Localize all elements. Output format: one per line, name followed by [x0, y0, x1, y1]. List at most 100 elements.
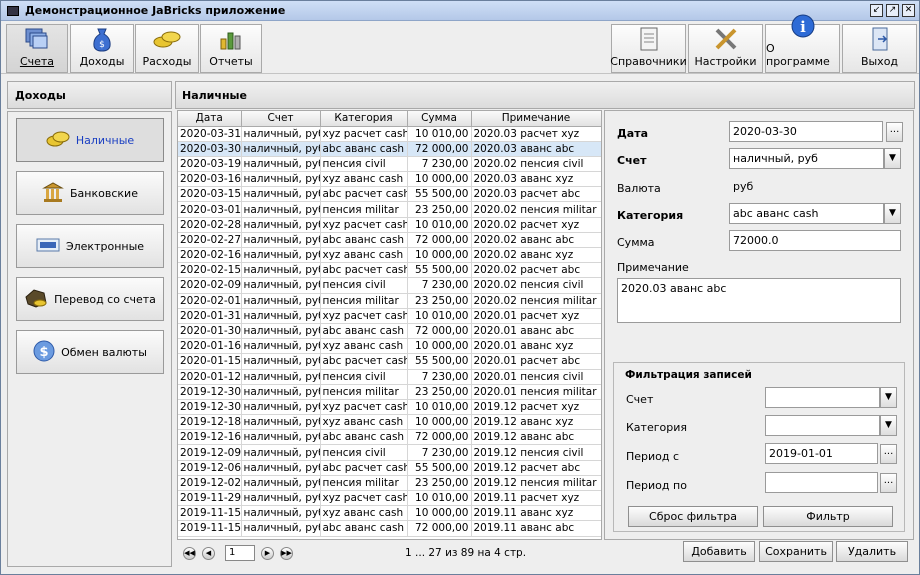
nav-exchange-button[interactable]: $ Обмен валюты: [16, 330, 164, 374]
table-row[interactable]: 2020-03-19 наличный, руб пенсия civil 7 230…: [178, 156, 601, 173]
period-from-picker-button[interactable]: ...: [880, 444, 897, 464]
table-cell: 2020-01-31: [178, 308, 242, 324]
amount-field[interactable]: 72000.0: [729, 230, 901, 251]
record-form: Дата 2020-03-30 ... Счет наличный, руб ▼…: [604, 110, 914, 540]
column-header[interactable]: Категория: [320, 111, 408, 127]
table-row[interactable]: 2020-03-30 наличный, руб abc аванс cash 72 …: [178, 141, 601, 157]
last-page-icon[interactable]: ▶▶: [280, 546, 293, 560]
nav-electronic-button[interactable]: Электронные: [16, 224, 164, 268]
chevron-down-icon[interactable]: ▼: [880, 415, 897, 436]
table-cell: 2019.12 аванс abc: [471, 429, 601, 446]
table-cell: 2019-12-09: [178, 444, 242, 461]
table-row[interactable]: 2020-03-31 наличный, руб xyz расчет cash 10…: [178, 126, 601, 142]
date-picker-button[interactable]: ...: [886, 122, 903, 142]
table-row[interactable]: 2019-12-18 наличный, руб xyz аванс cash 10 …: [178, 414, 601, 431]
table-cell: 2019.12 пенсия civil: [471, 444, 601, 461]
table-cell: 2020.02 пенсия civil: [471, 277, 601, 294]
toolbar-income-button[interactable]: $ Доходы: [70, 24, 134, 73]
period-to-field[interactable]: [765, 472, 878, 493]
nav-bank-button[interactable]: Банковские: [16, 171, 164, 215]
date-field[interactable]: 2020-03-30: [729, 121, 883, 142]
table-cell: 2020.01 пенсия civil: [471, 369, 601, 385]
table-row[interactable]: 2019-11-15 наличный, руб abc аванс cash 72 …: [178, 520, 601, 537]
note-textarea[interactable]: 2020.03 аванс abc: [617, 278, 901, 323]
add-button[interactable]: Добавить: [683, 541, 755, 562]
table-row[interactable]: 2020-01-31 наличный, руб xyz расчет cash 10…: [178, 308, 601, 324]
apply-filter-button[interactable]: Фильтр: [763, 506, 893, 527]
table-row[interactable]: 2019-12-30 наличный, руб пенсия militar 23 …: [178, 384, 601, 400]
table-cell: 10 010,00: [407, 217, 472, 233]
table-row[interactable]: 2020-02-01 наличный, руб пенсия militar 23 …: [178, 293, 601, 309]
page-number-input[interactable]: 1: [225, 545, 255, 561]
table-row[interactable]: 2019-11-29 наличный, руб xyz расчет cash 10…: [178, 490, 601, 507]
column-header[interactable]: Сумма: [407, 111, 472, 127]
table-cell: xyz расчет cash: [320, 308, 408, 324]
table-row[interactable]: 2020-02-27 наличный, руб abc аванс cash 72 …: [178, 232, 601, 249]
minimize-icon[interactable]: ↙: [870, 4, 883, 17]
toolbar-label: О программе: [766, 42, 830, 68]
table-cell: наличный, руб: [241, 262, 321, 279]
table-row[interactable]: 2020-03-15 наличный, руб abc расчет cash 55…: [178, 186, 601, 203]
table-row[interactable]: 2019-12-02 наличный, руб пенсия militar 23 …: [178, 475, 601, 492]
table-row[interactable]: 2020-02-09 наличный, руб пенсия civil 7 230…: [178, 277, 601, 294]
table-row[interactable]: 2019-11-15 наличный, руб xyz аванс cash 10 …: [178, 505, 601, 522]
table-row[interactable]: 2020-01-12 наличный, руб пенсия civil 7 230…: [178, 369, 601, 385]
filter-account-select[interactable]: [765, 387, 880, 408]
toolbar-exit-button[interactable]: Выход: [842, 24, 917, 73]
accounts-icon: [23, 26, 51, 52]
table-row[interactable]: 2020-02-16 наличный, руб xyz аванс cash 10 …: [178, 247, 601, 264]
pager: ◀◀ ◀ 1 ▶ ▶▶ 1 ... 27 из 89 на 4 стр.: [177, 542, 602, 564]
filter-category-select[interactable]: [765, 415, 880, 436]
svg-text:i: i: [800, 18, 806, 36]
table-row[interactable]: 2020-01-16 наличный, руб xyz аванс cash 10 …: [178, 338, 601, 355]
first-page-icon[interactable]: ◀◀: [183, 546, 196, 560]
column-header[interactable]: Счет: [241, 111, 321, 127]
period-from-field[interactable]: 2019-01-01: [765, 443, 878, 464]
period-to-picker-button[interactable]: ...: [880, 473, 897, 493]
table-cell: 2020-03-31: [178, 126, 242, 142]
table-row[interactable]: 2019-12-09 наличный, руб пенсия civil 7 230…: [178, 444, 601, 461]
table-row[interactable]: 2020-03-01 наличный, руб пенсия militar 23 …: [178, 201, 601, 218]
reset-filter-button[interactable]: Сброс фильтра: [628, 506, 758, 527]
table-cell: 2020.02 расчет abc: [471, 262, 601, 279]
app-icon: [7, 5, 19, 16]
toolbar-accounts-button[interactable]: Счета: [6, 24, 68, 73]
table-row[interactable]: 2020-03-16 наличный, руб xyz аванс cash 10 …: [178, 171, 601, 188]
maximize-icon[interactable]: ↗: [886, 4, 899, 17]
table-row[interactable]: 2020-02-28 наличный, руб xyz расчет cash 10…: [178, 217, 601, 233]
table-cell: наличный, руб: [241, 323, 321, 340]
toolbar-settings-button[interactable]: Настройки: [688, 24, 763, 73]
table-row[interactable]: 2020-02-15 наличный, руб abc расчет cash 55…: [178, 262, 601, 279]
nav-cash-button[interactable]: Наличные: [16, 118, 164, 162]
toolbar-references-button[interactable]: Справочники: [610, 24, 687, 73]
category-select[interactable]: abc аванс cash: [729, 203, 884, 224]
nav-transfer-button[interactable]: Перевод со счета: [16, 277, 164, 321]
save-button[interactable]: Сохранить: [759, 541, 833, 562]
chevron-down-icon[interactable]: ▼: [884, 203, 901, 224]
table-row[interactable]: 2020-01-15 наличный, руб abc расчет cash 55…: [178, 353, 601, 370]
account-select[interactable]: наличный, руб: [729, 148, 884, 169]
table-cell: пенсия militar: [320, 201, 408, 218]
table-row[interactable]: 2019-12-30 наличный, руб xyz расчет cash 10…: [178, 399, 601, 416]
toolbar-about-button[interactable]: i О программе: [765, 14, 840, 73]
column-header[interactable]: Примечание: [471, 111, 601, 127]
table-cell: 10 000,00: [407, 247, 472, 264]
toolbar-expenses-button[interactable]: Расходы: [135, 24, 199, 73]
prev-page-icon[interactable]: ◀: [202, 546, 215, 560]
table-cell: наличный, руб: [241, 232, 321, 249]
next-page-icon[interactable]: ▶: [261, 546, 274, 560]
chevron-down-icon[interactable]: ▼: [884, 148, 901, 169]
chevron-down-icon[interactable]: ▼: [880, 387, 897, 408]
table-row[interactable]: 2019-12-06 наличный, руб abc расчет cash 55…: [178, 460, 601, 476]
main-panel: Наличные Дата Счет Категория Сумма Примечани…: [175, 81, 915, 567]
close-icon[interactable]: ✕: [902, 4, 915, 17]
table-row[interactable]: 2020-01-30 наличный, руб abc аванс cash 72 …: [178, 323, 601, 340]
table-cell: 2019-12-30: [178, 384, 242, 400]
table-row[interactable]: 2019-12-16 наличный, руб abc аванс cash 72 …: [178, 429, 601, 446]
table-cell: наличный, руб: [241, 156, 321, 173]
toolbar-reports-button[interactable]: Отчеты: [200, 24, 262, 73]
table-cell: 2020.01 аванс abc: [471, 323, 601, 340]
table-cell: abc аванс cash: [320, 520, 408, 537]
column-header[interactable]: Дата: [178, 111, 242, 127]
delete-button[interactable]: Удалить: [836, 541, 908, 562]
